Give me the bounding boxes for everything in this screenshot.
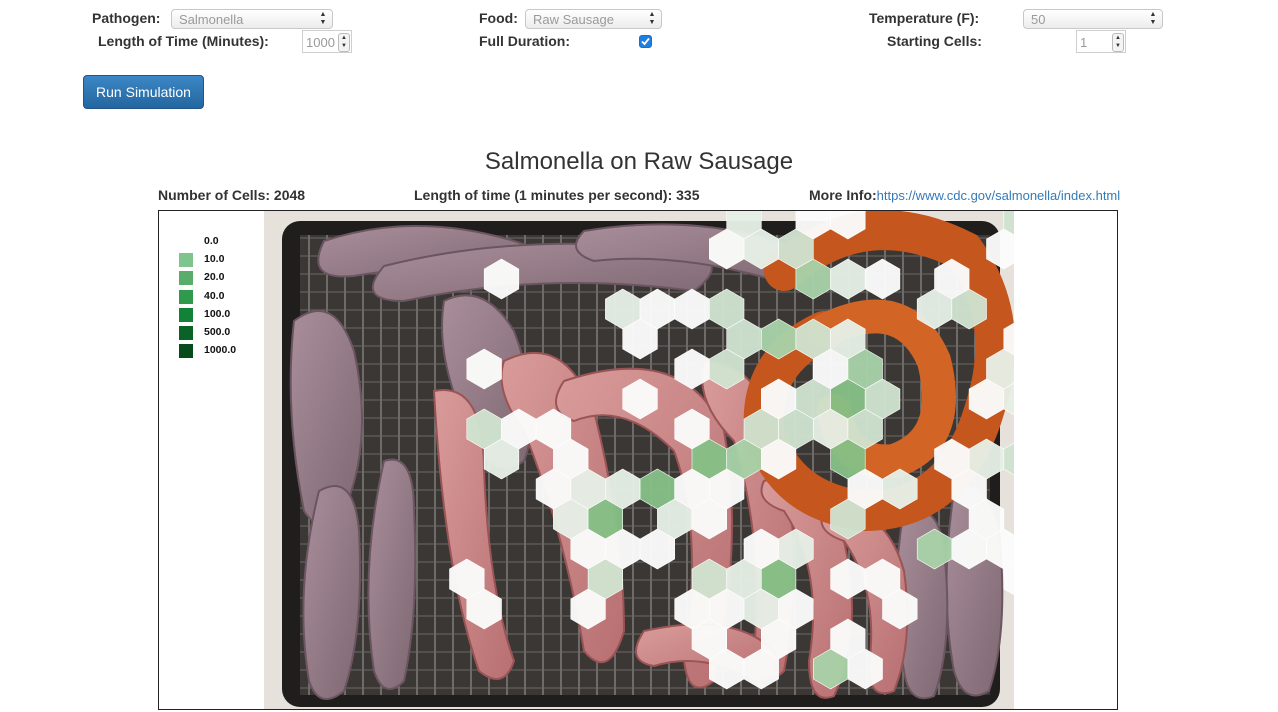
legend-label: 100.0 [204,307,231,320]
more-info-link[interactable]: https://www.cdc.gov/salmonella/index.htm… [877,188,1121,203]
length-of-time-readout: Length of time (1 minutes per second): 3… [414,187,700,203]
food-select[interactable]: Raw Sausage ▲ ▼ [525,9,662,29]
starting-cells-value: 1 [1080,35,1088,50]
legend-label: 500.0 [204,325,231,338]
pathogen-select[interactable]: Salmonella ▲ ▼ [171,9,333,29]
pathogen-label: Pathogen: [92,10,161,26]
legend-swatch [179,307,193,322]
food-value: Raw Sausage [533,12,614,27]
legend-swatch [179,271,193,286]
run-simulation-button[interactable]: Run Simulation [83,75,204,109]
legend-label: 40.0 [204,289,225,302]
stepper-arrows-icon[interactable]: ▲ ▼ [338,33,350,52]
sausage-photo [264,211,1014,709]
cells-value: 2048 [273,187,306,203]
number-of-cells: Number of Cells: 2048 [158,187,305,203]
starting-cells-input[interactable]: 1 ▲ ▼ [1076,30,1126,53]
time-label: Length of time (1 minutes per second): [414,187,673,203]
legend-swatch [179,289,193,304]
pathogen-value: Salmonella [179,12,244,27]
temperature-value: 50 [1031,12,1046,27]
legend-swatch [179,253,193,268]
select-arrows-icon: ▲ ▼ [648,11,656,26]
length-of-time-input[interactable]: 1000 ▲ ▼ [302,30,352,53]
more-info-label: More Info: [809,187,877,203]
legend-label: 1000.0 [204,344,237,357]
simulation-title: Salmonella on Raw Sausage [484,148,794,175]
length-of-time-label: Length of Time (Minutes): [98,33,269,49]
simulation-canvas: 0.0 10.0 20.0 40.0 100.0 500.0 1000.0 [158,210,1118,710]
stepper-arrows-icon[interactable]: ▲ ▼ [1112,33,1124,52]
checkmark-icon [641,37,650,46]
more-info: More Info:https://www.cdc.gov/salmonella… [809,187,1120,203]
cells-label: Number of Cells: [158,187,271,203]
starting-cells-label: Starting Cells: [887,33,982,49]
time-value: 335 [676,187,700,203]
select-arrows-icon: ▲ ▼ [319,11,327,26]
temperature-select[interactable]: 50 ▲ ▼ [1023,9,1163,29]
legend-swatch [179,325,193,340]
legend-label: 0.0 [204,235,219,247]
select-arrows-icon: ▲ ▼ [1149,11,1157,26]
full-duration-label: Full Duration: [479,33,570,49]
legend-swatch [179,344,193,359]
legend-swatch [179,235,193,249]
legend-label: 10.0 [204,253,225,266]
food-label: Food: [479,10,518,26]
full-duration-checkbox[interactable] [639,35,652,48]
length-of-time-value: 1000 [306,35,335,50]
temperature-label: Temperature (F): [869,10,980,26]
legend-label: 20.0 [204,271,225,284]
